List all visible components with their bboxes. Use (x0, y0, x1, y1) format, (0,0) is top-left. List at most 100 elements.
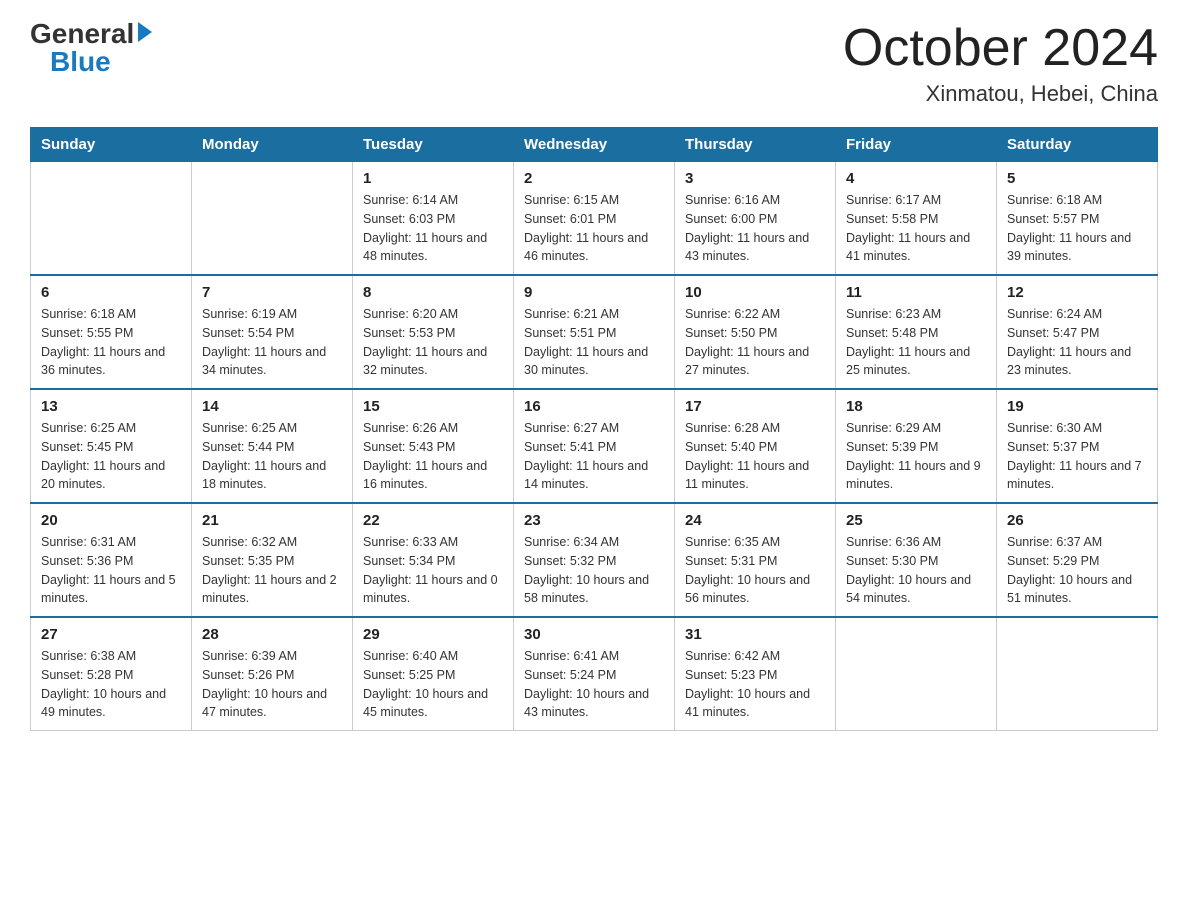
day-number: 3 (685, 170, 825, 187)
calendar-cell: 5Sunrise: 6:18 AMSunset: 5:57 PMDaylight… (997, 162, 1158, 276)
header-saturday: Saturday (997, 128, 1158, 162)
calendar-cell: 21 Sunrise: 6:32 AMSunset: 5:35 PMDayligh… (192, 503, 353, 617)
calendar-cell: 14Sunrise: 6:25 AMSunset: 5:44 PMDayligh… (192, 389, 353, 503)
calendar-cell: 23Sunrise: 6:34 AMSunset: 5:32 PMDayligh… (514, 503, 675, 617)
calendar-cell: 31 Sunrise: 6:42 AMSunset: 5:23 PMDayligh… (675, 617, 836, 731)
day-number: 10 (685, 284, 825, 301)
day-number: 29 (363, 626, 503, 643)
calendar-cell: 6 Sunrise: 6:18 AMSunset: 5:55 PMDaylight… (31, 275, 192, 389)
calendar-cell: 19Sunrise: 6:30 AMSunset: 5:37 PMDayligh… (997, 389, 1158, 503)
logo-general-text: General (30, 20, 134, 48)
day-number: 22 (363, 512, 503, 529)
calendar-cell: 29 Sunrise: 6:40 AMSunset: 5:25 PMDayligh… (353, 617, 514, 731)
calendar-cell (836, 617, 997, 731)
calendar-cell: 20 Sunrise: 6:31 AMSunset: 5:36 PMDayligh… (31, 503, 192, 617)
day-number: 20 (41, 512, 181, 529)
calendar-cell (192, 162, 353, 276)
day-info: Sunrise: 6:20 AMSunset: 5:53 PMDaylight:… (363, 305, 503, 380)
location-title: Xinmatou, Hebei, China (843, 81, 1158, 107)
calendar-cell: 22 Sunrise: 6:33 AMSunset: 5:34 PMDayligh… (353, 503, 514, 617)
calendar-table: SundayMondayTuesdayWednesdayThursdayFrid… (30, 127, 1158, 731)
calendar-header-row: SundayMondayTuesdayWednesdayThursdayFrid… (31, 128, 1158, 162)
calendar-cell (31, 162, 192, 276)
calendar-cell: 13 Sunrise: 6:25 AMSunset: 5:45 PMDayligh… (31, 389, 192, 503)
day-info: Sunrise: 6:32 AMSunset: 5:35 PMDaylight:… (202, 533, 342, 608)
calendar-cell: 9 Sunrise: 6:21 AMSunset: 5:51 PMDaylight… (514, 275, 675, 389)
day-info: Sunrise: 6:19 AMSunset: 5:54 PMDaylight:… (202, 305, 342, 380)
day-number: 1 (363, 170, 503, 187)
calendar-cell: 28Sunrise: 6:39 AMSunset: 5:26 PMDayligh… (192, 617, 353, 731)
calendar-cell: 18 Sunrise: 6:29 AMSunset: 5:39 PMDayligh… (836, 389, 997, 503)
calendar-cell: 3Sunrise: 6:16 AMSunset: 6:00 PMDaylight… (675, 162, 836, 276)
day-info: Sunrise: 6:26 AMSunset: 5:43 PMDaylight:… (363, 419, 503, 494)
calendar-week-4: 20 Sunrise: 6:31 AMSunset: 5:36 PMDayligh… (31, 503, 1158, 617)
header-wednesday: Wednesday (514, 128, 675, 162)
day-number: 21 (202, 512, 342, 529)
calendar-cell (997, 617, 1158, 731)
day-info: Sunrise: 6:36 AMSunset: 5:30 PMDaylight:… (846, 533, 986, 608)
day-number: 30 (524, 626, 664, 643)
day-number: 9 (524, 284, 664, 301)
day-number: 15 (363, 398, 503, 415)
month-title: October 2024 (843, 20, 1158, 77)
calendar-cell: 30 Sunrise: 6:41 AMSunset: 5:24 PMDayligh… (514, 617, 675, 731)
page-header: General Blue October 2024 Xinmatou, Hebe… (30, 20, 1158, 107)
day-info: Sunrise: 6:15 AMSunset: 6:01 PMDaylight:… (524, 191, 664, 266)
day-info: Sunrise: 6:42 AMSunset: 5:23 PMDaylight:… (685, 647, 825, 722)
header-friday: Friday (836, 128, 997, 162)
logo: General Blue (30, 20, 152, 76)
day-number: 12 (1007, 284, 1147, 301)
day-info: Sunrise: 6:22 AMSunset: 5:50 PMDaylight:… (685, 305, 825, 380)
day-number: 6 (41, 284, 181, 301)
day-info: Sunrise: 6:37 AMSunset: 5:29 PMDaylight:… (1007, 533, 1147, 608)
day-number: 26 (1007, 512, 1147, 529)
calendar-week-1: 1 Sunrise: 6:14 AMSunset: 6:03 PMDaylight… (31, 162, 1158, 276)
day-number: 18 (846, 398, 986, 415)
day-info: Sunrise: 6:25 AMSunset: 5:45 PMDaylight:… (41, 419, 181, 494)
day-info: Sunrise: 6:17 AMSunset: 5:58 PMDaylight:… (846, 191, 986, 266)
day-info: Sunrise: 6:30 AMSunset: 5:37 PMDaylight:… (1007, 419, 1147, 494)
day-number: 8 (363, 284, 503, 301)
calendar-cell: 10 Sunrise: 6:22 AMSunset: 5:50 PMDayligh… (675, 275, 836, 389)
day-number: 7 (202, 284, 342, 301)
calendar-week-2: 6 Sunrise: 6:18 AMSunset: 5:55 PMDaylight… (31, 275, 1158, 389)
day-info: Sunrise: 6:21 AMSunset: 5:51 PMDaylight:… (524, 305, 664, 380)
day-info: Sunrise: 6:39 AMSunset: 5:26 PMDaylight:… (202, 647, 342, 722)
header-sunday: Sunday (31, 128, 192, 162)
day-info: Sunrise: 6:29 AMSunset: 5:39 PMDaylight:… (846, 419, 986, 494)
day-number: 2 (524, 170, 664, 187)
header-tuesday: Tuesday (353, 128, 514, 162)
day-info: Sunrise: 6:18 AMSunset: 5:55 PMDaylight:… (41, 305, 181, 380)
day-info: Sunrise: 6:35 AMSunset: 5:31 PMDaylight:… (685, 533, 825, 608)
calendar-cell: 26 Sunrise: 6:37 AMSunset: 5:29 PMDayligh… (997, 503, 1158, 617)
day-number: 31 (685, 626, 825, 643)
day-info: Sunrise: 6:41 AMSunset: 5:24 PMDaylight:… (524, 647, 664, 722)
day-info: Sunrise: 6:40 AMSunset: 5:25 PMDaylight:… (363, 647, 503, 722)
calendar-cell: 16 Sunrise: 6:27 AMSunset: 5:41 PMDayligh… (514, 389, 675, 503)
day-number: 27 (41, 626, 181, 643)
day-info: Sunrise: 6:14 AMSunset: 6:03 PMDaylight:… (363, 191, 503, 266)
day-info: Sunrise: 6:31 AMSunset: 5:36 PMDaylight:… (41, 533, 181, 608)
calendar-cell: 8 Sunrise: 6:20 AMSunset: 5:53 PMDaylight… (353, 275, 514, 389)
day-info: Sunrise: 6:27 AMSunset: 5:41 PMDaylight:… (524, 419, 664, 494)
day-number: 13 (41, 398, 181, 415)
header-thursday: Thursday (675, 128, 836, 162)
day-info: Sunrise: 6:23 AMSunset: 5:48 PMDaylight:… (846, 305, 986, 380)
day-info: Sunrise: 6:33 AMSunset: 5:34 PMDaylight:… (363, 533, 503, 608)
calendar-cell: 4Sunrise: 6:17 AMSunset: 5:58 PMDaylight… (836, 162, 997, 276)
calendar-cell: 1 Sunrise: 6:14 AMSunset: 6:03 PMDaylight… (353, 162, 514, 276)
day-number: 16 (524, 398, 664, 415)
day-info: Sunrise: 6:28 AMSunset: 5:40 PMDaylight:… (685, 419, 825, 494)
logo-triangle-icon (138, 22, 152, 42)
title-block: October 2024 Xinmatou, Hebei, China (843, 20, 1158, 107)
day-number: 24 (685, 512, 825, 529)
calendar-cell: 24 Sunrise: 6:35 AMSunset: 5:31 PMDayligh… (675, 503, 836, 617)
day-number: 11 (846, 284, 986, 301)
calendar-cell: 27Sunrise: 6:38 AMSunset: 5:28 PMDayligh… (31, 617, 192, 731)
header-monday: Monday (192, 128, 353, 162)
day-info: Sunrise: 6:18 AMSunset: 5:57 PMDaylight:… (1007, 191, 1147, 266)
day-number: 17 (685, 398, 825, 415)
day-number: 25 (846, 512, 986, 529)
calendar-cell: 15 Sunrise: 6:26 AMSunset: 5:43 PMDayligh… (353, 389, 514, 503)
calendar-cell: 11 Sunrise: 6:23 AMSunset: 5:48 PMDayligh… (836, 275, 997, 389)
